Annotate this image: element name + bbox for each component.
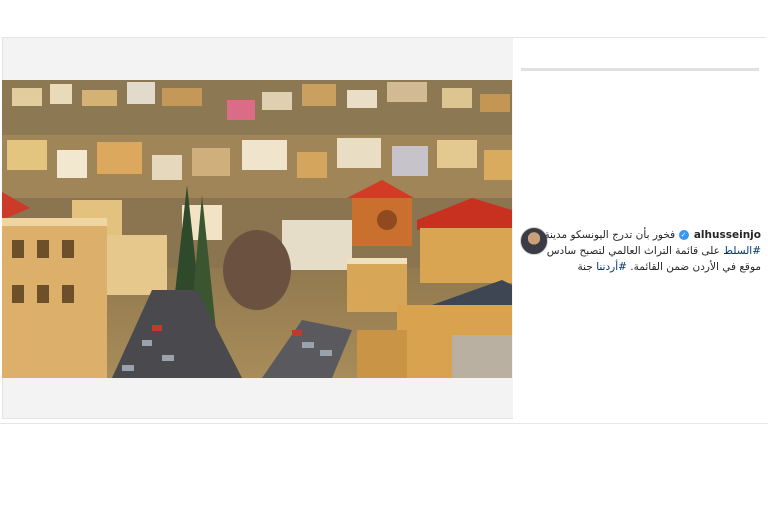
caption-text-4: جنة bbox=[577, 261, 597, 273]
bottom-divider bbox=[0, 423, 768, 424]
hashtag-jordan[interactable]: #أردننا bbox=[596, 261, 630, 273]
city-photo bbox=[2, 80, 512, 378]
author-username[interactable]: alhusseinjo bbox=[694, 229, 761, 241]
caption-text-1: فخور بأن تدرج اليونسكو مدينة bbox=[544, 229, 676, 241]
hashtag-salt[interactable]: #السلط bbox=[723, 245, 761, 257]
caption-line-3: موقع في الأردن ضمن القائمة. #أردننا جنة bbox=[551, 259, 761, 275]
caption-text-2: على قائمة التراث العالمي لتصبح سادس bbox=[546, 245, 724, 257]
post-caption: alhusseinjo ✓ فخور بأن تدرج اليونسكو مدي… bbox=[544, 227, 761, 275]
caption-line-2: #السلط على قائمة التراث العالمي لتصبح سا… bbox=[547, 243, 761, 259]
verified-badge-icon: ✓ bbox=[678, 230, 689, 240]
caption-line-1: alhusseinjo ✓ فخور بأن تدرج اليونسكو مدي… bbox=[544, 227, 761, 243]
caption-text-3: موقع في الأردن ضمن القائمة. bbox=[630, 261, 761, 273]
post-image[interactable] bbox=[2, 80, 512, 378]
sidebar-divider bbox=[521, 68, 759, 71]
